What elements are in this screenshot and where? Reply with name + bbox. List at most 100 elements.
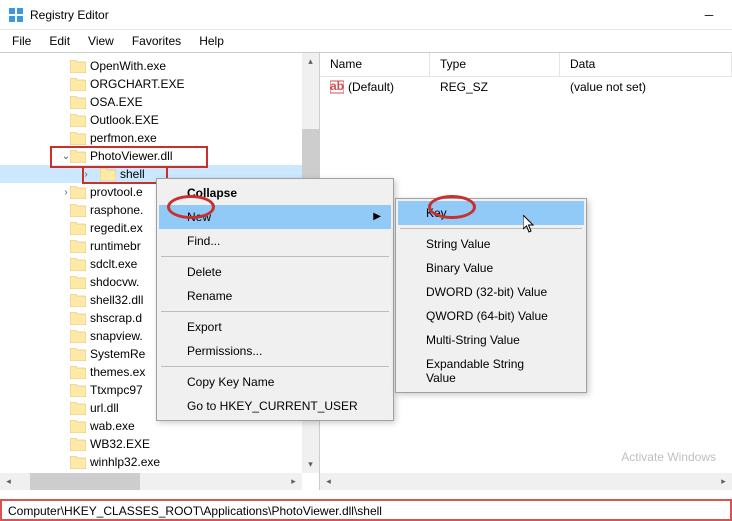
window-title: Registry Editor bbox=[30, 8, 109, 22]
tree-item[interactable]: ⌄ PhotoViewer.dll bbox=[0, 147, 319, 165]
tree-item[interactable]: Outlook.EXE bbox=[0, 111, 319, 129]
tree-item-label: sdclt.exe bbox=[90, 257, 137, 271]
ctx-find[interactable]: Find... bbox=[159, 229, 391, 253]
folder-icon bbox=[70, 78, 86, 91]
folder-icon bbox=[70, 438, 86, 451]
ctx-collapse[interactable]: Collapse bbox=[159, 181, 391, 205]
ctx-delete[interactable]: Delete bbox=[159, 260, 391, 284]
ctx-separator bbox=[161, 311, 389, 312]
ctx-export[interactable]: Export bbox=[159, 315, 391, 339]
ctx-goto-hkcu[interactable]: Go to HKEY_CURRENT_USER bbox=[159, 394, 391, 418]
expander-icon[interactable]: ⌄ bbox=[60, 151, 72, 162]
tree-item-label: shell32.dll bbox=[90, 293, 143, 307]
tree-item-label: wab.exe bbox=[90, 419, 135, 433]
tree-item-label: Ttxmpc97 bbox=[90, 383, 143, 397]
ctx-new-qword[interactable]: QWORD (64-bit) Value bbox=[398, 304, 584, 328]
expander-icon[interactable]: › bbox=[80, 169, 92, 180]
col-type[interactable]: Type bbox=[430, 53, 560, 76]
row-type: REG_SZ bbox=[430, 78, 560, 96]
tree-item-label: rasphone. bbox=[90, 203, 143, 217]
tree-item[interactable]: ORGCHART.EXE bbox=[0, 75, 319, 93]
ctx-permissions[interactable]: Permissions... bbox=[159, 339, 391, 363]
folder-icon bbox=[100, 168, 116, 181]
ctx-separator bbox=[161, 366, 389, 367]
minimize-button[interactable]: ─ bbox=[694, 5, 724, 25]
tree-item-label: url.dll bbox=[90, 401, 119, 415]
tree-item-label: winhlp32.exe bbox=[90, 455, 160, 469]
svg-text:ab: ab bbox=[330, 80, 344, 93]
folder-icon bbox=[70, 312, 86, 325]
tree-item-label: shell bbox=[120, 167, 145, 181]
folder-icon bbox=[70, 258, 86, 271]
context-submenu-new: Key String Value Binary Value DWORD (32-… bbox=[395, 198, 587, 393]
tree-item-label: SystemRe bbox=[90, 347, 145, 361]
folder-icon bbox=[70, 348, 86, 361]
folder-icon bbox=[70, 420, 86, 433]
folder-icon bbox=[70, 456, 86, 469]
titlebar: Registry Editor ─ bbox=[0, 0, 732, 30]
menubar: File Edit View Favorites Help bbox=[0, 30, 732, 52]
tree-item[interactable]: OSA.EXE bbox=[0, 93, 319, 111]
context-menu: Collapse New ▶ Find... Delete Rename Exp… bbox=[156, 178, 394, 421]
tree-item-label: shscrap.d bbox=[90, 311, 142, 325]
submenu-arrow-icon: ▶ bbox=[373, 211, 381, 222]
ctx-rename[interactable]: Rename bbox=[159, 284, 391, 308]
ctx-copy-key-name[interactable]: Copy Key Name bbox=[159, 370, 391, 394]
tree-item[interactable]: perfmon.exe bbox=[0, 129, 319, 147]
ctx-new-expandable[interactable]: Expandable String Value bbox=[398, 352, 584, 390]
folder-icon bbox=[70, 294, 86, 307]
menu-favorites[interactable]: Favorites bbox=[124, 32, 189, 50]
tree-item-label: provtool.e bbox=[90, 185, 143, 199]
folder-icon bbox=[70, 276, 86, 289]
folder-icon bbox=[70, 384, 86, 397]
ctx-separator bbox=[400, 228, 582, 229]
folder-icon bbox=[70, 132, 86, 145]
folder-icon bbox=[70, 366, 86, 379]
folder-icon bbox=[70, 150, 86, 163]
tree-vscroll-thumb[interactable] bbox=[302, 129, 319, 183]
ctx-new-multistring[interactable]: Multi-String Value bbox=[398, 328, 584, 352]
col-name[interactable]: Name bbox=[320, 53, 430, 76]
folder-icon bbox=[70, 240, 86, 253]
tree-item-label: snapview. bbox=[90, 329, 143, 343]
tree-item[interactable]: winhlp32.exe bbox=[0, 453, 319, 471]
tree-item-label: shdocvw. bbox=[90, 275, 139, 289]
tree-hscrollbar[interactable]: ◂ ▸ bbox=[0, 473, 302, 490]
status-path: Computer\HKEY_CLASSES_ROOT\Applications\… bbox=[8, 504, 382, 518]
grid-header: Name Type Data bbox=[320, 53, 732, 77]
ctx-new-binary[interactable]: Binary Value bbox=[398, 256, 584, 280]
app-icon bbox=[8, 7, 24, 23]
folder-icon bbox=[70, 402, 86, 415]
tree-item-label: ORGCHART.EXE bbox=[90, 77, 184, 91]
ctx-new-dword[interactable]: DWORD (32-bit) Value bbox=[398, 280, 584, 304]
tree-item-label: OSA.EXE bbox=[90, 95, 143, 109]
tree-item-label: PhotoViewer.dll bbox=[90, 149, 173, 163]
expander-icon[interactable]: › bbox=[60, 187, 72, 198]
tree-hscroll-thumb[interactable] bbox=[30, 473, 140, 490]
tree-item-label: perfmon.exe bbox=[90, 131, 157, 145]
folder-icon bbox=[70, 96, 86, 109]
string-value-icon: ab bbox=[330, 80, 344, 94]
menu-help[interactable]: Help bbox=[191, 32, 232, 50]
menu-edit[interactable]: Edit bbox=[41, 32, 78, 50]
folder-icon bbox=[70, 114, 86, 127]
grid-hscrollbar[interactable]: ◂ ▸ bbox=[320, 473, 732, 490]
tree-item-label: themes.ex bbox=[90, 365, 145, 379]
tree-item-label: Outlook.EXE bbox=[90, 113, 159, 127]
tree-item-label: WB32.EXE bbox=[90, 437, 150, 451]
tree-item[interactable]: WB32.EXE bbox=[0, 435, 319, 453]
tree-item-label: runtimebr bbox=[90, 239, 141, 253]
ctx-new-string[interactable]: String Value bbox=[398, 232, 584, 256]
tree-item-label: regedit.ex bbox=[90, 221, 143, 235]
ctx-new[interactable]: New ▶ bbox=[159, 205, 391, 229]
folder-icon bbox=[70, 204, 86, 217]
ctx-new-key[interactable]: Key bbox=[398, 201, 584, 225]
window-controls: ─ bbox=[694, 5, 724, 25]
menu-view[interactable]: View bbox=[80, 32, 122, 50]
col-data[interactable]: Data bbox=[560, 53, 732, 76]
folder-icon bbox=[70, 330, 86, 343]
tree-item[interactable]: OpenWith.exe bbox=[0, 57, 319, 75]
menu-file[interactable]: File bbox=[4, 32, 39, 50]
ctx-separator bbox=[161, 256, 389, 257]
grid-row[interactable]: ab (Default) REG_SZ (value not set) bbox=[320, 77, 732, 97]
